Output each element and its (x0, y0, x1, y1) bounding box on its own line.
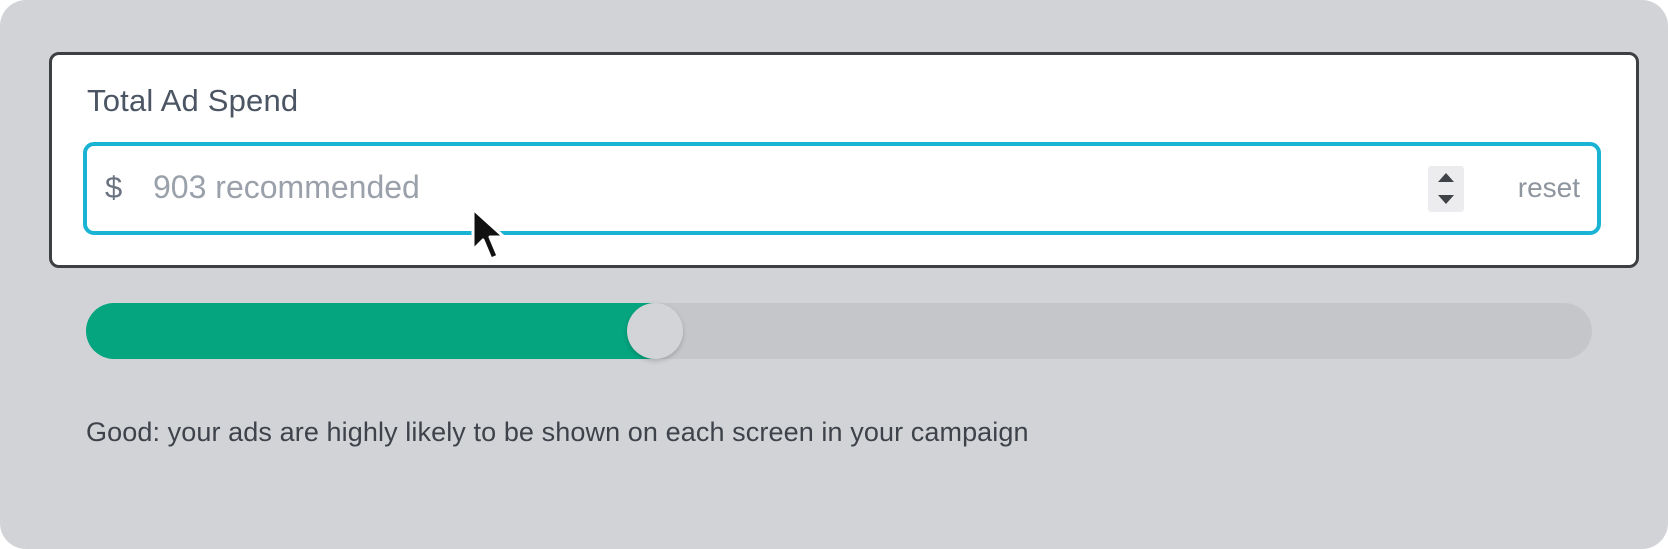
currency-symbol: $ (105, 170, 123, 205)
budget-input-box[interactable]: $ reset (83, 142, 1601, 235)
budget-card: Total Ad Spend $ reset (49, 52, 1639, 268)
status-message: Good: your ads are highly likely to be s… (86, 417, 1029, 447)
chevron-down-icon[interactable] (1428, 189, 1464, 212)
reset-link[interactable]: reset (1518, 172, 1580, 204)
ad-spend-panel: Total Ad Spend $ reset Good: your ads ar… (0, 0, 1668, 549)
spend-slider-fill (86, 303, 656, 359)
mouse-pointer-icon (471, 207, 506, 261)
chevron-up-icon[interactable] (1428, 166, 1464, 189)
field-label: Total Ad Spend (87, 83, 299, 118)
spend-slider-thumb[interactable] (627, 303, 684, 359)
number-stepper[interactable] (1428, 166, 1464, 212)
budget-amount-input[interactable] (153, 160, 1403, 214)
spend-slider-track[interactable] (86, 303, 1592, 359)
